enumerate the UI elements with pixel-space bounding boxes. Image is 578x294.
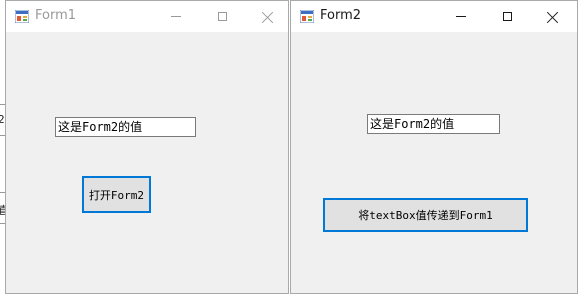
form2-window: Form2 这是Form2的值 将textBox值传递到Form1 (290, 0, 578, 294)
form1-title: Form1 (35, 8, 77, 23)
minimize-icon (456, 16, 466, 17)
form1-titlebar[interactable]: Form1 (6, 1, 288, 32)
form1-textbox[interactable]: 这是Form2的值 (55, 117, 196, 137)
desktop: 2 直 Form1 这是Form2的值 (0, 0, 578, 294)
form2-close-button[interactable] (530, 1, 576, 32)
form1-window: Form1 这是Form2的值 打开Form2 (5, 0, 289, 294)
maximize-icon (217, 12, 227, 21)
form1-close-button[interactable] (245, 1, 291, 32)
winforms-app-icon (15, 10, 29, 23)
form1-maximize-button[interactable] (199, 1, 245, 32)
form2-minimize-button[interactable] (438, 1, 484, 32)
minimize-icon (171, 16, 181, 17)
open-form2-button[interactable]: 打开Form2 (82, 176, 151, 213)
form1-minimize-button[interactable] (153, 1, 199, 32)
form2-titlebar[interactable]: Form2 (291, 1, 577, 32)
background-window-glyph: 2 (0, 113, 5, 126)
close-icon (547, 11, 559, 23)
close-icon (262, 11, 274, 23)
maximize-icon (502, 12, 512, 21)
form2-textbox[interactable]: 这是Form2的值 (367, 114, 500, 134)
form2-title: Form2 (320, 8, 362, 23)
pass-value-to-form1-button[interactable]: 将textBox值传递到Form1 (323, 198, 528, 232)
form2-maximize-button[interactable] (484, 1, 530, 32)
winforms-app-icon (300, 10, 314, 23)
